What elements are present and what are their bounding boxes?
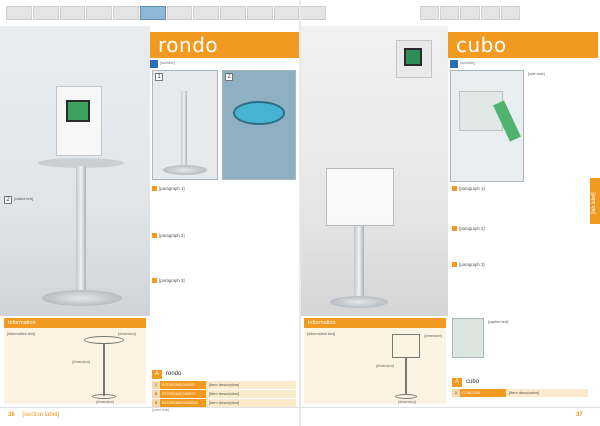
cubo-pole <box>354 226 364 302</box>
callout-text: [callout text] <box>14 197 34 201</box>
order-row: 2 STERONDOINFO* [item description] <box>152 390 296 398</box>
thumbnail[interactable] <box>32 6 59 20</box>
cubo-spec-pole <box>405 358 407 394</box>
cubo-base <box>330 296 388 308</box>
body-paragraph: [paragraph 3] <box>152 278 296 284</box>
spec-label: [dimension] <box>72 360 90 364</box>
order-row: 1 CUBO250 [item description] <box>452 389 588 397</box>
thumbnail[interactable] <box>86 6 112 20</box>
rondo-spec-top <box>84 336 124 344</box>
footer-left: 36 [section label] <box>8 410 59 420</box>
information-heading: Information <box>4 318 146 328</box>
cubo-spec-base <box>395 394 417 399</box>
thumbnail[interactable] <box>59 6 86 20</box>
inset-number: 1 <box>155 73 163 81</box>
body-paragraph: [paragraph 3] <box>452 262 588 268</box>
thumbnail[interactable] <box>6 6 32 20</box>
spec-label: [dimension] <box>118 332 136 336</box>
information-box <box>4 328 146 404</box>
spec-label: [dimension] <box>398 400 416 404</box>
thumbnail[interactable] <box>220 6 246 20</box>
footer-right: 37 <box>576 410 583 420</box>
order-tag: A <box>452 378 462 387</box>
information-text: [information text] <box>307 332 336 336</box>
thumbnail[interactable] <box>166 6 193 20</box>
thumbnail[interactable] <box>193 6 219 20</box>
thumbnail[interactable] <box>420 6 440 20</box>
caption-text: [caption text] <box>488 320 509 324</box>
inset-number: 2 <box>225 73 233 81</box>
page-title: cubo <box>456 33 507 57</box>
page-subtitle: [subtitle] <box>460 60 475 65</box>
footer-section: [section label] <box>22 412 60 418</box>
thumbnail[interactable] <box>440 6 460 20</box>
information-text: [information text] <box>7 332 36 336</box>
page-title: rondo <box>158 33 219 57</box>
thumbnail-strip[interactable] <box>6 6 326 20</box>
thumbnail[interactable] <box>300 6 326 20</box>
category-icon <box>150 60 158 68</box>
illuminated-top-icon <box>233 101 285 125</box>
rondo-base <box>42 290 122 306</box>
inset-pole <box>181 91 187 169</box>
cubo-detail-photo <box>452 318 484 358</box>
thumbnail[interactable] <box>246 6 273 20</box>
section-side-tab[interactable]: [tab label] <box>590 178 600 224</box>
body-paragraph: [paragraph 2] <box>152 233 296 239</box>
cubo-title-bar: cubo <box>448 32 598 58</box>
thumbnail[interactable] <box>460 6 480 20</box>
inset-base <box>163 165 207 175</box>
rondo-pole <box>76 166 86 296</box>
order-footnote: [order note] <box>152 408 170 412</box>
body-paragraph: [paragraph 2] <box>452 226 588 232</box>
thumbnail[interactable] <box>113 6 139 20</box>
page-subtitle: [subtitle] <box>160 60 175 65</box>
order-title: rondo <box>166 371 182 377</box>
spec-label: [dimension] <box>96 400 114 404</box>
page-number: 36 <box>8 412 15 418</box>
cubo-inset <box>450 70 524 182</box>
body-paragraph: [paragraph 1] <box>152 186 296 192</box>
order-tag: A <box>152 370 162 379</box>
rondo-spec-pole <box>103 344 105 396</box>
page-number: 37 <box>576 412 583 418</box>
rondo-spec-base <box>92 394 116 399</box>
cubo-box <box>326 168 394 226</box>
information-box <box>304 328 446 404</box>
rondo-room-photo <box>0 26 150 316</box>
rondo-inset-1: 1 <box>152 70 218 180</box>
thumbnail-active[interactable] <box>139 6 166 20</box>
catalogue-spread: 2 [callout text] rondo [subtitle] 1 2 [p… <box>0 0 600 426</box>
side-note: [side note] <box>528 72 545 76</box>
body-paragraph: [paragraph 1] <box>452 186 588 192</box>
spec-label: [dimension] <box>424 334 442 338</box>
footer-rule <box>0 407 600 408</box>
category-icon <box>450 60 458 68</box>
information-heading: Information <box>304 318 446 328</box>
cubo-screen-icon <box>404 48 422 66</box>
spec-label: [dimension] <box>376 364 394 368</box>
rondo-title-bar: rondo <box>150 32 299 58</box>
thumbnail[interactable] <box>480 6 500 20</box>
rondo-inset-2: 2 <box>222 70 296 180</box>
thumbnail[interactable] <box>500 6 521 20</box>
callout-number: 2 <box>4 196 12 204</box>
rondo-screen-icon <box>66 100 90 122</box>
order-row: 3 STERONDOVIDEO* [item description] <box>152 399 296 407</box>
order-title: cubo <box>466 379 480 385</box>
order-row: 1 STERONDOVIDE* [item description] <box>152 381 296 389</box>
thumbnail[interactable] <box>273 6 300 20</box>
cubo-spec-box <box>392 334 420 358</box>
thumbnail-strip-right[interactable] <box>420 6 521 20</box>
